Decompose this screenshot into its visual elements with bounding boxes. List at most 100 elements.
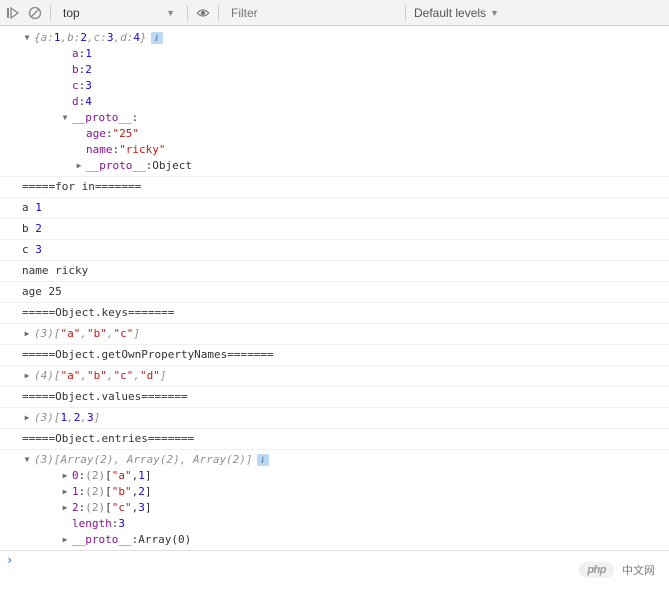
toolbar-divider	[187, 5, 188, 21]
bracket: ]	[133, 326, 140, 342]
prop-val: 3	[85, 78, 92, 94]
context-selector[interactable]: top ▼	[59, 6, 179, 20]
bracket: [	[54, 410, 61, 426]
expand-arrow[interactable]	[22, 326, 32, 342]
prop-key: name	[86, 142, 113, 158]
log-array: (4) [ "a", "b", "c", "d" ]	[0, 366, 669, 387]
console-toolbar: top ▼ Default levels ▼	[0, 0, 669, 26]
bracket: ]	[145, 500, 152, 516]
prop-key: d	[120, 30, 127, 46]
log-text: age 25	[0, 282, 669, 303]
arr-item: "a"	[61, 326, 81, 342]
bracket: [	[54, 326, 61, 342]
bracket: ]	[94, 410, 101, 426]
prop-key: c	[72, 78, 79, 94]
expand-arrow[interactable]	[74, 158, 84, 174]
clear-icon[interactable]	[28, 6, 42, 20]
prop-val: 2	[85, 62, 92, 78]
chevron-down-icon: ▼	[490, 8, 499, 18]
v: "a"	[112, 468, 132, 484]
expand-arrow[interactable]	[60, 532, 70, 548]
toolbar-divider	[218, 5, 219, 21]
console-prompt[interactable]: ›	[0, 550, 669, 569]
log-text: a 1	[0, 198, 669, 219]
prop-key: b	[72, 62, 79, 78]
bracket: ]	[145, 468, 152, 484]
log-entries: (3) [Array(2), Array(2), Array(2)] i 0: …	[0, 450, 669, 550]
prop-val: 4	[85, 94, 92, 110]
arr-len: (4)	[34, 368, 54, 384]
len: (2)	[85, 468, 105, 484]
prop-val: "25"	[113, 126, 140, 142]
arr-preview: [Array(2), Array(2), Array(2)]	[54, 452, 253, 468]
levels-label: Default levels	[414, 6, 486, 20]
prop-val: 4	[133, 30, 140, 46]
eye-icon[interactable]	[196, 6, 210, 20]
prop-val: 1	[54, 30, 61, 46]
arr-item: 2	[74, 410, 81, 426]
watermark-text: 中文网	[618, 561, 659, 579]
bracket: [	[105, 484, 112, 500]
arr-item: 1	[61, 410, 68, 426]
prop-val: "ricky"	[119, 142, 165, 158]
proto-key: __proto__	[86, 158, 146, 174]
length-val: 3	[118, 516, 125, 532]
v: "b"	[112, 484, 132, 500]
prop-val: 1	[85, 46, 92, 62]
toolbar-divider	[405, 5, 406, 21]
num: 1	[35, 201, 42, 214]
info-icon[interactable]: i	[257, 454, 269, 466]
log-text: name ricky	[0, 261, 669, 282]
idx: 2	[72, 500, 79, 516]
bracket: ]	[160, 368, 167, 384]
log-text: c 3	[0, 240, 669, 261]
arr-item: "a"	[61, 368, 81, 384]
prop-key: d	[72, 94, 79, 110]
prompt-icon: ›	[6, 553, 13, 567]
arr-item: "b"	[87, 326, 107, 342]
brace: {	[34, 30, 41, 46]
info-icon[interactable]: i	[151, 32, 163, 44]
prop-key: age	[86, 126, 106, 142]
expand-arrow[interactable]	[60, 484, 70, 500]
arr-len: (3)	[34, 326, 54, 342]
expand-arrow[interactable]	[60, 500, 70, 516]
step-icon[interactable]	[6, 6, 20, 20]
watermark: php 中文网	[579, 561, 659, 579]
expand-arrow[interactable]	[22, 410, 32, 426]
proto-key: __proto__	[72, 110, 132, 126]
v: 3	[138, 500, 145, 516]
prop-key: a	[41, 30, 48, 46]
log-text: =====Object.entries=======	[0, 429, 669, 450]
len: (2)	[85, 484, 105, 500]
filter-input[interactable]	[227, 4, 397, 22]
log-text: =====Object.getOwnPropertyNames=======	[0, 345, 669, 366]
brace: }	[140, 30, 147, 46]
expand-arrow[interactable]	[22, 452, 32, 468]
arr-len: (3)	[34, 410, 54, 426]
log-text: =====Object.keys=======	[0, 303, 669, 324]
context-label: top	[63, 6, 80, 20]
levels-selector[interactable]: Default levels ▼	[414, 6, 499, 20]
log-text: =====for in=======	[0, 177, 669, 198]
arr-item: "d"	[140, 368, 160, 384]
arr-len: (3)	[34, 452, 54, 468]
log-array: (3) [ "a", "b", "c" ]	[0, 324, 669, 345]
length-key: length	[72, 516, 112, 532]
console-body: { a: 1, b: 2, c: 3, d: 4 } i .a: 1 .b: 2…	[0, 26, 669, 571]
expand-arrow[interactable]	[22, 30, 32, 46]
arr-item: "b"	[87, 368, 107, 384]
prop-key: c	[94, 30, 101, 46]
v: "c"	[112, 500, 132, 516]
expand-arrow[interactable]	[22, 368, 32, 384]
prop-val: Object	[152, 158, 192, 174]
proto-key: __proto__	[72, 532, 132, 548]
len: (2)	[85, 500, 105, 516]
log-text: =====Object.values=======	[0, 387, 669, 408]
watermark-badge: php	[579, 562, 614, 578]
expand-arrow[interactable]	[60, 110, 70, 126]
prop-key: b	[67, 30, 74, 46]
prop-key: a	[72, 46, 79, 62]
prop-val: 2	[80, 30, 87, 46]
expand-arrow[interactable]	[60, 468, 70, 484]
